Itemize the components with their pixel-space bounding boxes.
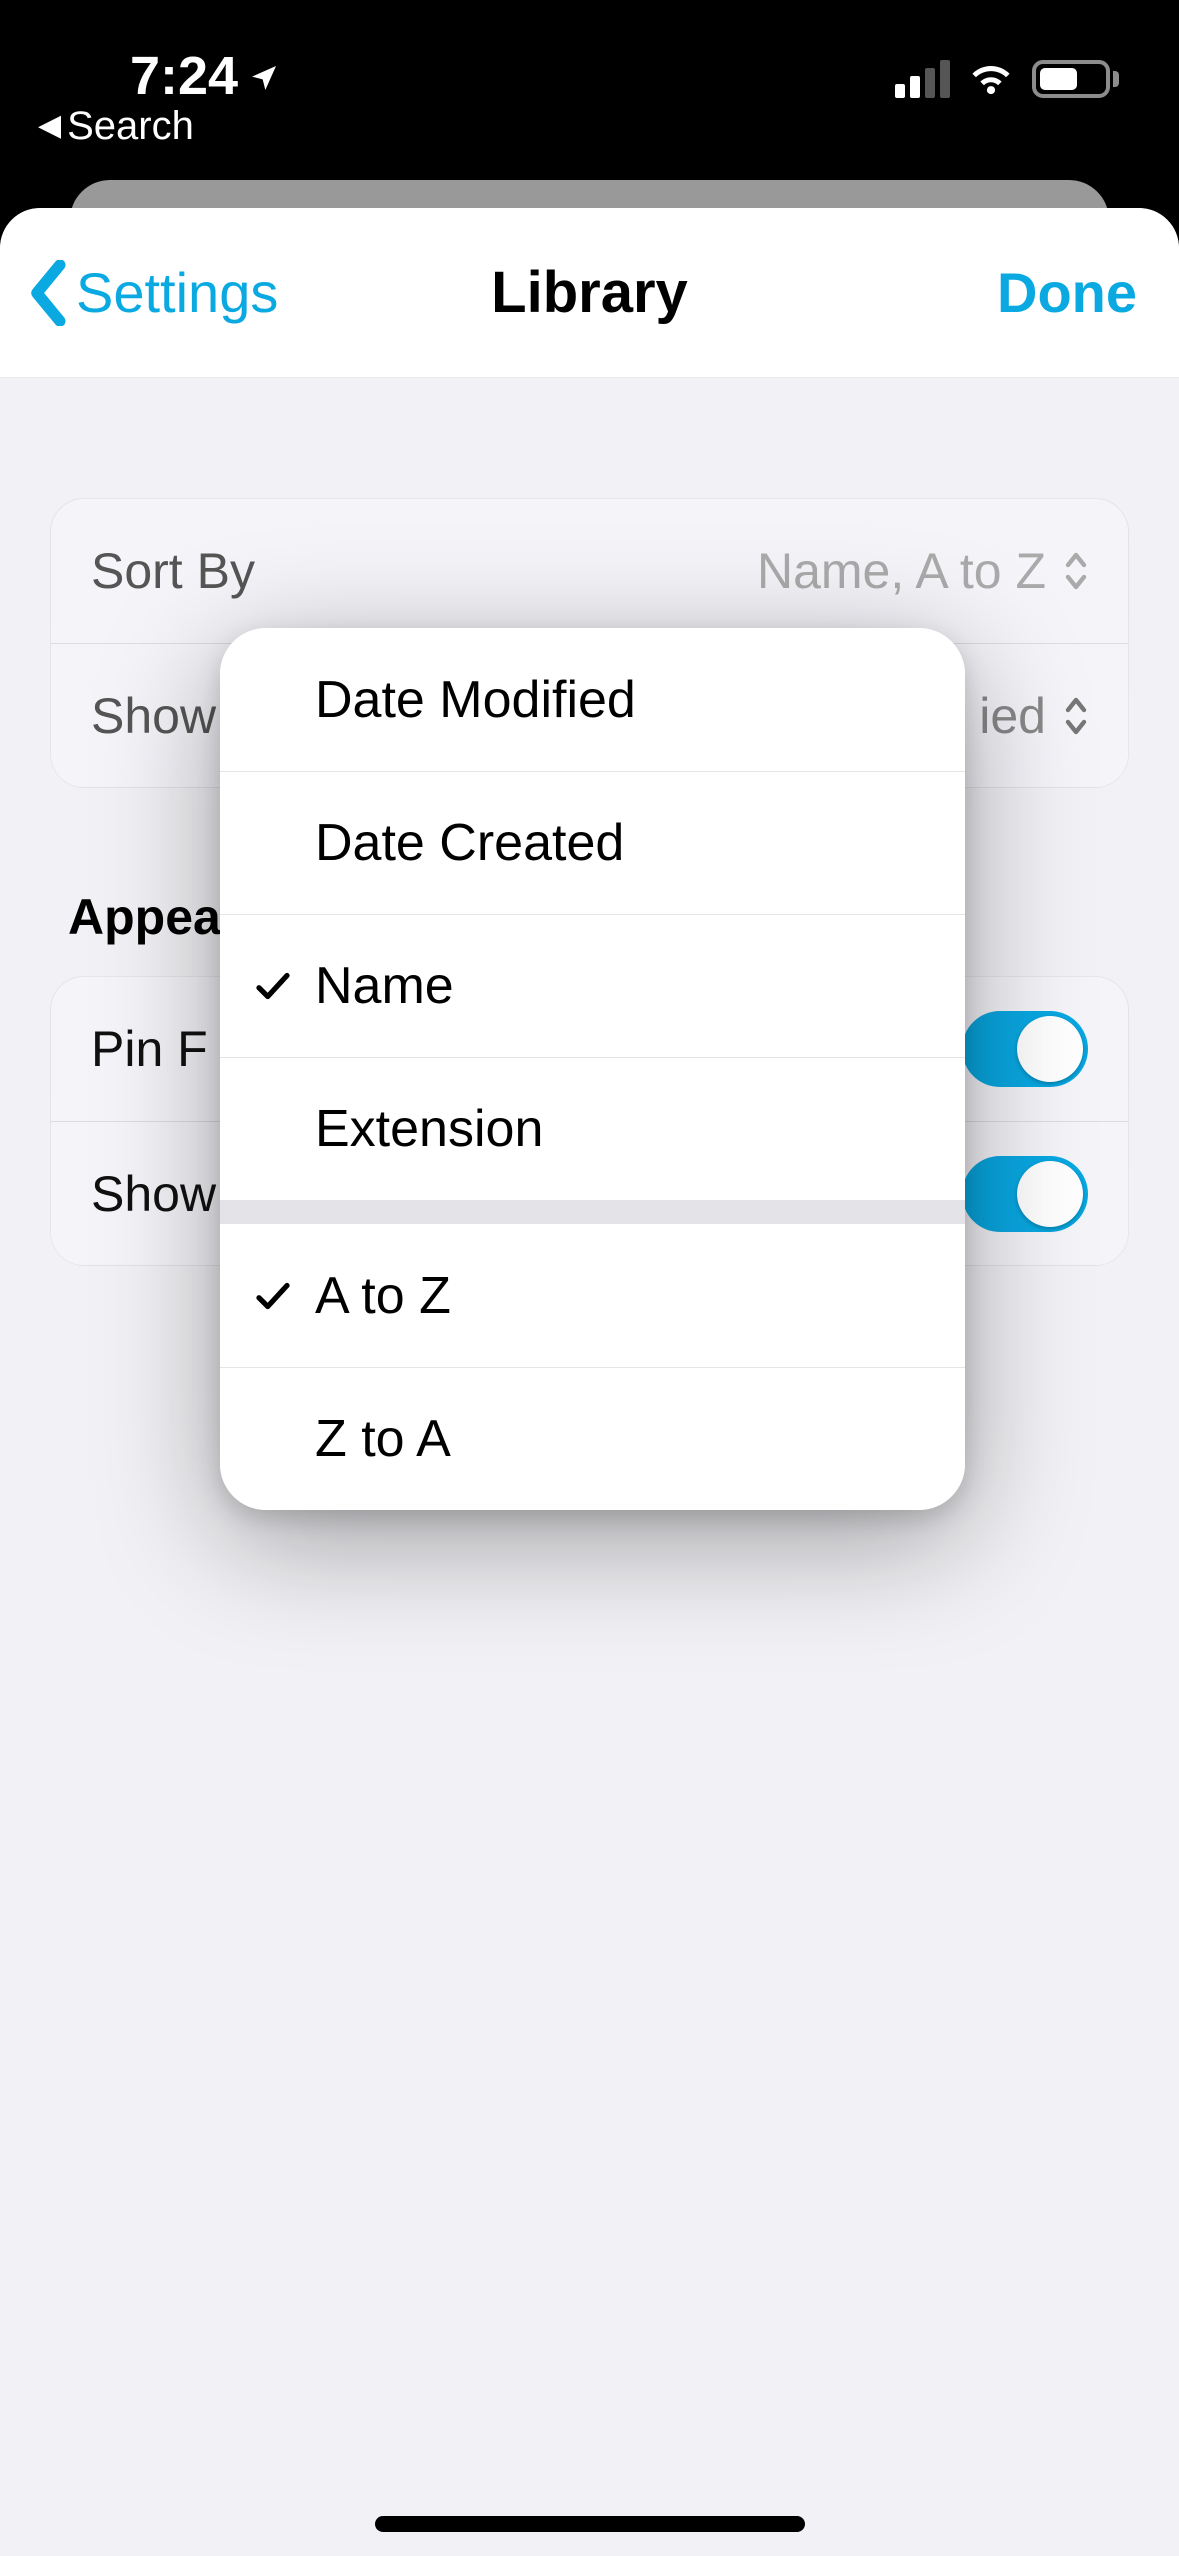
sort-by-popover: Date Modified Date Created Name Extension A… <box>220 628 965 1510</box>
menu-item-label: Name <box>315 956 454 1016</box>
menu-item-label: A to Z <box>315 1266 451 1326</box>
status-right-group <box>895 60 1119 98</box>
up-down-arrows-icon <box>1064 551 1088 591</box>
home-indicator[interactable] <box>375 2516 805 2532</box>
menu-item-extension[interactable]: Extension <box>220 1057 965 1200</box>
status-time-group: 7:24 <box>130 45 280 107</box>
menu-item-label: Extension <box>315 1099 543 1159</box>
menu-item-label: Date Modified <box>315 670 636 730</box>
show-extensions-label: Show <box>91 1165 216 1223</box>
wifi-icon <box>968 61 1014 97</box>
status-time: 7:24 <box>130 45 238 107</box>
menu-item-z-to-a[interactable]: Z to A <box>220 1367 965 1510</box>
menu-item-a-to-z[interactable]: A to Z <box>220 1224 965 1367</box>
battery-icon <box>1032 60 1119 98</box>
menu-section-separator <box>220 1200 965 1224</box>
show-value-container: ied <box>979 687 1088 745</box>
pin-folders-label: Pin F <box>91 1020 208 1078</box>
menu-item-date-modified[interactable]: Date Modified <box>220 628 965 771</box>
page-title: Library <box>491 259 688 326</box>
status-bar: 7:24 ◀ Search <box>0 0 1179 180</box>
status-bar-back-app[interactable]: ◀ Search <box>38 104 194 149</box>
back-button[interactable]: Settings <box>30 260 278 326</box>
sort-by-value: Name, A to Z <box>757 542 1046 600</box>
show-label: Show <box>91 687 216 745</box>
menu-item-label: Z to A <box>315 1409 451 1469</box>
checkmark-icon <box>252 1275 294 1317</box>
menu-item-name[interactable]: Name <box>220 914 965 1057</box>
checkmark-icon <box>252 965 294 1007</box>
menu-item-label: Date Created <box>315 813 624 873</box>
location-icon <box>248 62 280 94</box>
cellular-icon <box>895 60 950 98</box>
done-button[interactable]: Done <box>997 260 1137 325</box>
status-back-app-label: Search <box>67 104 194 149</box>
chevron-left-icon <box>30 260 70 326</box>
nav-bar: Settings Library Done <box>0 208 1179 378</box>
triangle-left-icon: ◀ <box>38 111 61 141</box>
sort-by-row[interactable]: Sort By Name, A to Z <box>51 499 1128 643</box>
pin-folders-toggle[interactable] <box>962 1011 1088 1087</box>
sort-by-label: Sort By <box>91 542 255 600</box>
show-value: ied <box>979 687 1046 745</box>
back-button-label: Settings <box>76 260 278 325</box>
up-down-arrows-icon <box>1064 696 1088 736</box>
show-extensions-toggle[interactable] <box>962 1156 1088 1232</box>
sort-by-value-container: Name, A to Z <box>757 542 1088 600</box>
menu-item-date-created[interactable]: Date Created <box>220 771 965 914</box>
